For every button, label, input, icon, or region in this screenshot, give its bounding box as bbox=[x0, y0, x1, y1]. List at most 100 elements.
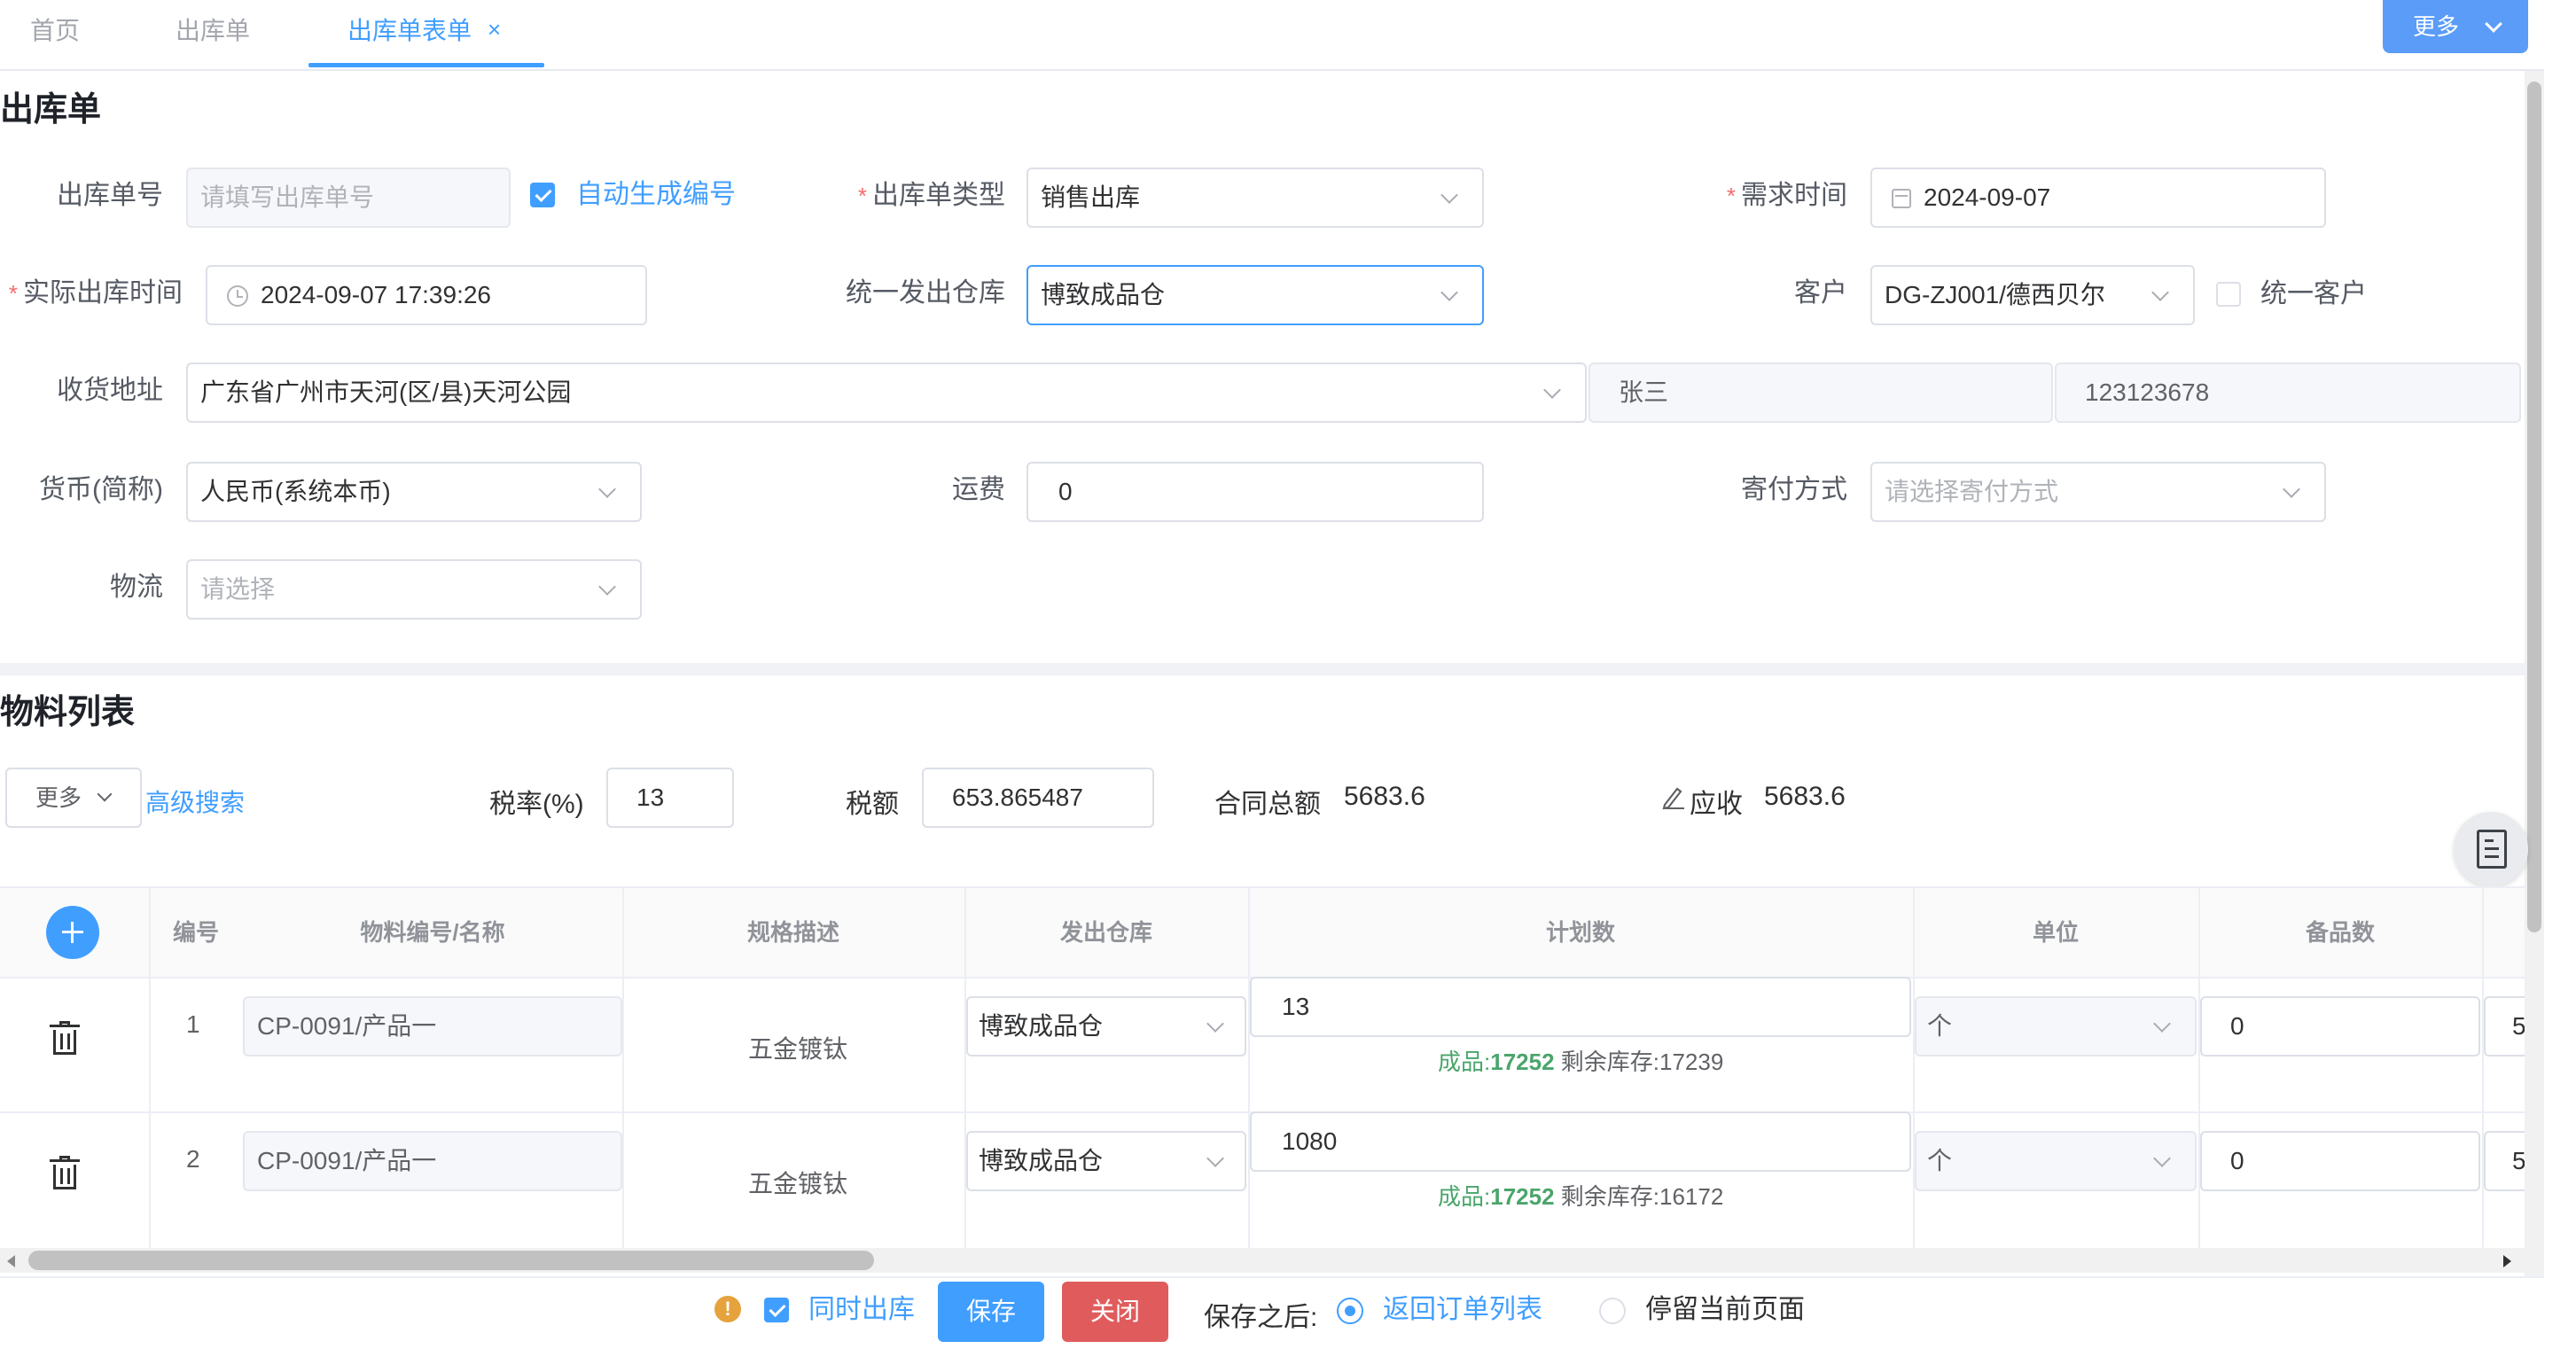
active-tab-indicator bbox=[308, 63, 544, 67]
extra-column-input[interactable]: 5 bbox=[2484, 1131, 2525, 1191]
demand-time-label: * 需求时间 bbox=[1711, 166, 1847, 226]
shipping-method-select[interactable]: 请选择寄付方式 bbox=[1870, 462, 2326, 522]
stay-on-page-radio[interactable] bbox=[1599, 1298, 1626, 1324]
warehouse-select[interactable]: 博致成品仓 bbox=[1026, 265, 1484, 325]
chevron-down-icon bbox=[598, 578, 616, 596]
chevron-down-icon bbox=[1440, 186, 1458, 204]
clock-icon bbox=[227, 285, 248, 307]
column-header-spec: 规格描述 bbox=[746, 919, 839, 946]
chevron-down-icon bbox=[598, 480, 616, 498]
tax-amount-input[interactable]: 653.865487 bbox=[922, 768, 1154, 828]
address-label: 收货地址 bbox=[57, 376, 163, 405]
unit-select[interactable]: 个 bbox=[1915, 996, 2197, 1057]
close-icon[interactable]: × bbox=[488, 16, 501, 43]
stock-label: 成品: bbox=[1438, 1183, 1491, 1210]
material-field[interactable]: CP-0091/产品一 bbox=[243, 996, 622, 1057]
chevron-down-icon bbox=[1206, 1150, 1224, 1167]
trash-icon[interactable] bbox=[50, 1156, 80, 1189]
trash-icon[interactable] bbox=[50, 1021, 80, 1055]
materials-more-button[interactable]: 更多 bbox=[5, 768, 142, 828]
chevron-down-icon bbox=[1440, 284, 1458, 301]
extra-column-input[interactable]: 5 bbox=[2484, 996, 2525, 1057]
chevron-down-icon bbox=[2151, 284, 2169, 301]
column-header-unit: 单位 bbox=[2032, 919, 2079, 946]
return-to-list-radio[interactable] bbox=[1337, 1298, 1363, 1324]
spare-quantity-input[interactable]: 0 bbox=[2200, 996, 2480, 1057]
logistics-select[interactable]: 请选择 bbox=[186, 559, 642, 620]
stay-on-page-label[interactable]: 停留当前页面 bbox=[1645, 1292, 1805, 1328]
advanced-search-link[interactable]: 高级搜索 bbox=[145, 784, 245, 819]
chevron-down-icon bbox=[97, 786, 113, 802]
material-field[interactable]: CP-0091/产品一 bbox=[243, 1131, 622, 1191]
unified-customer-checkbox[interactable] bbox=[2216, 282, 2241, 307]
save-button[interactable]: 保存 bbox=[938, 1282, 1044, 1342]
unit-select[interactable]: 个 bbox=[1915, 1131, 2197, 1191]
ship-together-checkbox[interactable] bbox=[764, 1298, 789, 1322]
row-number: 2 bbox=[186, 1145, 200, 1173]
address-select[interactable]: 广东省广州市天河(区/县)天河公园 bbox=[186, 363, 1587, 423]
more-button[interactable]: 更多 bbox=[2383, 0, 2528, 53]
stock-value: 17252 bbox=[1490, 1183, 1555, 1210]
row-warehouse-value: 博致成品仓 bbox=[979, 1147, 1104, 1174]
column-header-no: 编号 bbox=[172, 919, 219, 946]
actual-time-picker[interactable]: 2024-09-07 17:39:26 bbox=[206, 265, 647, 325]
auto-number-checkbox[interactable] bbox=[530, 183, 555, 207]
chevron-down-icon bbox=[1543, 381, 1561, 399]
contact-phone-field[interactable]: 123123678 bbox=[2055, 363, 2521, 423]
row-warehouse-select[interactable]: 博致成品仓 bbox=[966, 996, 1246, 1057]
spare-quantity-input[interactable]: 0 bbox=[2200, 1131, 2480, 1191]
currency-label: 货币(简称) bbox=[39, 475, 163, 504]
unit-value: 个 bbox=[1927, 1147, 1953, 1174]
close-button[interactable]: 关闭 bbox=[1062, 1282, 1168, 1342]
plan-quantity-input[interactable]: 1080 bbox=[1250, 1111, 1911, 1172]
edit-icon[interactable] bbox=[1661, 784, 1686, 810]
actual-time-value: 2024-09-07 17:39:26 bbox=[261, 281, 491, 308]
currency-select[interactable]: 人民币(系统本币) bbox=[186, 462, 642, 522]
section-divider bbox=[0, 663, 2525, 675]
warehouse-value: 博致成品仓 bbox=[1041, 281, 1166, 308]
shipping-method-placeholder: 请选择寄付方式 bbox=[1885, 478, 2059, 505]
column-header-warehouse: 发出仓库 bbox=[1059, 919, 1152, 946]
demand-time-picker[interactable]: 2024-09-07 bbox=[1870, 168, 2326, 228]
customer-label: 客户 bbox=[1794, 278, 1847, 308]
spec-text: 五金镀钛 bbox=[748, 1170, 848, 1197]
chevron-down-icon bbox=[2485, 15, 2502, 33]
tab-home[interactable]: 首页 bbox=[30, 0, 80, 69]
demand-time-label-text: 需求时间 bbox=[1741, 181, 1847, 210]
column-header-material: 物料编号/名称 bbox=[360, 919, 505, 946]
return-to-list-label[interactable]: 返回订单列表 bbox=[1383, 1292, 1542, 1328]
contact-name-field[interactable]: 张三 bbox=[1589, 363, 2053, 423]
tax-rate-label: 税率(%) bbox=[489, 790, 584, 819]
required-mark: * bbox=[8, 280, 18, 307]
required-mark: * bbox=[1726, 183, 1736, 209]
contract-total-label: 合同总额 bbox=[1214, 790, 1321, 819]
customer-select[interactable]: DG-ZJ001/德西贝尔 bbox=[1870, 265, 2195, 325]
tab-outbound-form[interactable]: 出库单表单 bbox=[347, 0, 472, 69]
order-type-select[interactable]: 销售出库 bbox=[1026, 168, 1484, 228]
order-type-label: * 出库单类型 bbox=[833, 166, 1005, 226]
row-warehouse-value: 博致成品仓 bbox=[979, 1012, 1104, 1040]
actual-time-label: * 实际出库时间 bbox=[0, 263, 183, 324]
auto-number-label[interactable]: 自动生成编号 bbox=[576, 177, 736, 213]
plan-quantity-input[interactable]: 13 bbox=[1250, 977, 1911, 1037]
chevron-down-icon bbox=[2283, 480, 2300, 498]
scroll-right-icon[interactable] bbox=[2503, 1255, 2511, 1267]
horizontal-scrollbar-thumb[interactable] bbox=[28, 1251, 874, 1270]
tab-bar: 首页 出库单 出库单表单 × bbox=[0, 0, 2544, 71]
unified-customer-label[interactable]: 统一客户 bbox=[2260, 277, 2367, 312]
row-warehouse-select[interactable]: 博致成品仓 bbox=[966, 1131, 1246, 1191]
vertical-scrollbar-thumb[interactable] bbox=[2527, 82, 2541, 932]
scroll-left-icon[interactable] bbox=[7, 1255, 15, 1267]
tab-outbound-list[interactable]: 出库单 bbox=[176, 0, 250, 69]
order-no-input[interactable]: 请填写出库单号 bbox=[186, 168, 511, 228]
tax-rate-input[interactable]: 13 bbox=[606, 768, 734, 828]
ship-together-label[interactable]: 同时出库 bbox=[808, 1292, 915, 1328]
add-row-button[interactable] bbox=[46, 906, 99, 959]
stock-info: 成品:17252 剩余库存:17239 bbox=[1438, 1044, 1723, 1077]
required-mark: * bbox=[857, 183, 867, 209]
freight-input[interactable]: 0 bbox=[1026, 462, 1484, 522]
address-value: 广东省广州市天河(区/县)天河公园 bbox=[200, 378, 572, 406]
document-icon[interactable] bbox=[2454, 812, 2528, 886]
column-header-spare: 备品数 bbox=[2305, 919, 2375, 946]
contract-total-value: 5683.6 bbox=[1344, 782, 1425, 811]
